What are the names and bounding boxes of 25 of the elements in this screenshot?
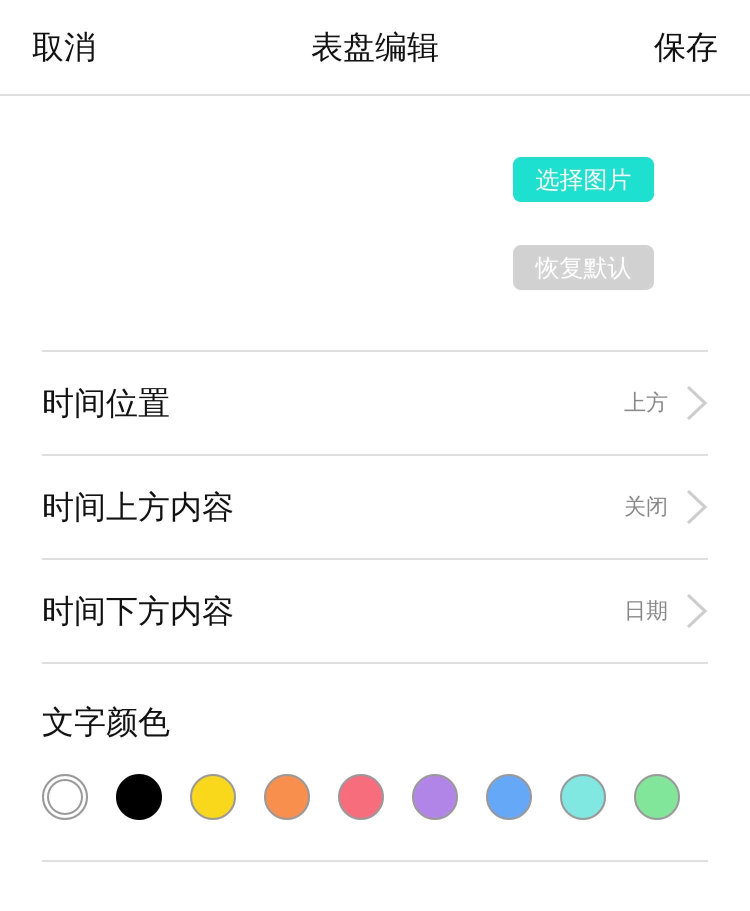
text-color-label: 文字颜色 xyxy=(42,702,171,743)
color-swatch[interactable] xyxy=(42,774,88,820)
setting-value: 日期 xyxy=(624,598,668,626)
color-swatch[interactable] xyxy=(264,774,310,820)
chevron-right-icon xyxy=(686,385,708,421)
setting-row[interactable]: 时间上方内容 关闭 xyxy=(42,454,708,558)
setting-row[interactable]: 时间下方内容 日期 xyxy=(42,558,708,662)
chevron-right-icon xyxy=(686,489,708,525)
color-swatch[interactable] xyxy=(338,774,384,820)
color-swatch[interactable] xyxy=(486,774,532,820)
setting-row[interactable]: 时间位置 上方 xyxy=(42,350,708,454)
setting-label: 时间上方内容 xyxy=(42,487,234,528)
color-swatch[interactable] xyxy=(190,774,236,820)
cancel-button[interactable]: 取消 xyxy=(32,23,96,71)
color-swatch[interactable] xyxy=(560,774,606,820)
color-swatch[interactable] xyxy=(116,774,162,820)
color-swatch[interactable] xyxy=(412,774,458,820)
chevron-right-icon xyxy=(686,593,708,629)
setting-label: 时间位置 xyxy=(42,383,170,424)
page-title: 表盘编辑 xyxy=(311,27,439,68)
color-swatch[interactable] xyxy=(634,774,680,820)
setting-value: 上方 xyxy=(624,390,668,418)
save-button[interactable]: 保存 xyxy=(654,23,718,71)
setting-label: 时间下方内容 xyxy=(42,591,234,632)
setting-value: 关闭 xyxy=(624,494,668,522)
